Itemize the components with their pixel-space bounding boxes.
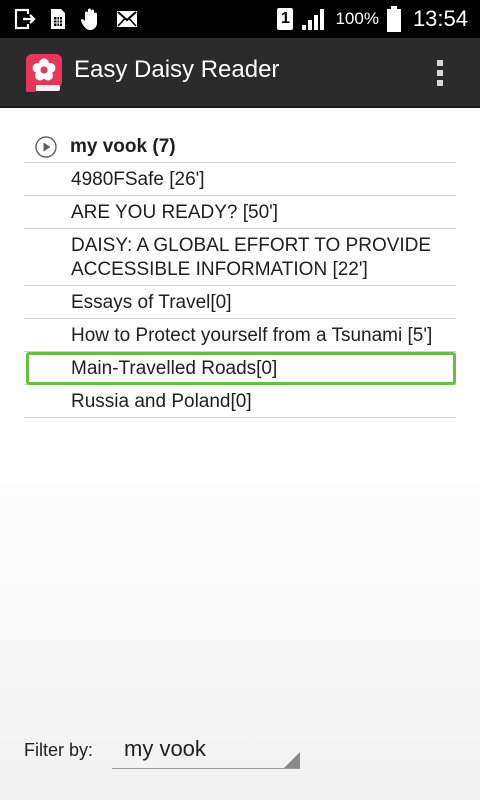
status-bar: 1 100% 13:54 — [0, 0, 480, 38]
battery-icon — [386, 6, 401, 32]
sim-card-icon — [51, 9, 65, 29]
filter-bar: Filter by: my vook — [24, 732, 324, 772]
book-item[interactable]: Essays of Travel[0] — [24, 286, 456, 319]
notification-icons — [14, 6, 138, 32]
book-item[interactable]: How to Protect yourself from a Tsunami [… — [24, 319, 456, 352]
battery-percent: 100% — [335, 9, 379, 28]
group-label: my vook (7) — [70, 136, 176, 157]
daisy-book-icon[interactable] — [26, 54, 62, 92]
group-header-my-vook[interactable]: my vook (7) — [24, 132, 456, 163]
sim-slot-badge: 1 — [277, 8, 294, 30]
signal-strength-icon — [302, 9, 325, 30]
dropdown-arrow-icon — [284, 752, 300, 768]
book-item-focused[interactable]: Main-Travelled Roads[0] — [24, 352, 456, 385]
mail-icon — [117, 11, 137, 27]
book-item[interactable]: DAISY: A GLOBAL EFFORT TO PROVIDE ACCESS… — [24, 229, 456, 286]
hand-icon — [80, 8, 97, 30]
overflow-menu-icon[interactable] — [422, 55, 458, 91]
app-title: Easy Daisy Reader — [74, 56, 280, 83]
book-list: my vook (7) 4980FSafe [26'] ARE YOU READ… — [24, 132, 456, 418]
status-clock: 13:54 — [412, 6, 468, 31]
book-item[interactable]: Russia and Poland[0] — [24, 385, 456, 418]
filter-dropdown[interactable]: my vook — [112, 732, 300, 769]
filter-selected-value: my vook — [124, 736, 206, 761]
filter-label: Filter by: — [24, 740, 94, 760]
book-item[interactable]: 4980FSafe [26'] — [24, 163, 456, 196]
app-action-bar: Easy Daisy Reader — [0, 38, 480, 108]
play-circle-icon — [35, 136, 57, 158]
exit-app-icon — [14, 8, 36, 30]
system-icons: 1 100% 13:54 — [277, 0, 468, 38]
book-item[interactable]: ARE YOU READY? [50'] — [24, 196, 456, 229]
